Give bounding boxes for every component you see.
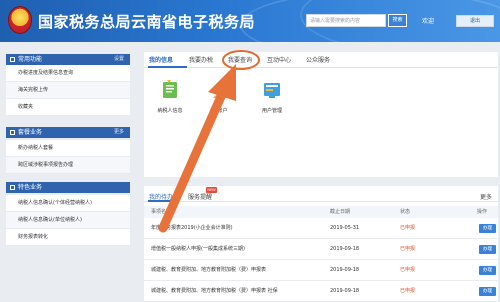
annotation-arrow-icon [158,64,236,233]
